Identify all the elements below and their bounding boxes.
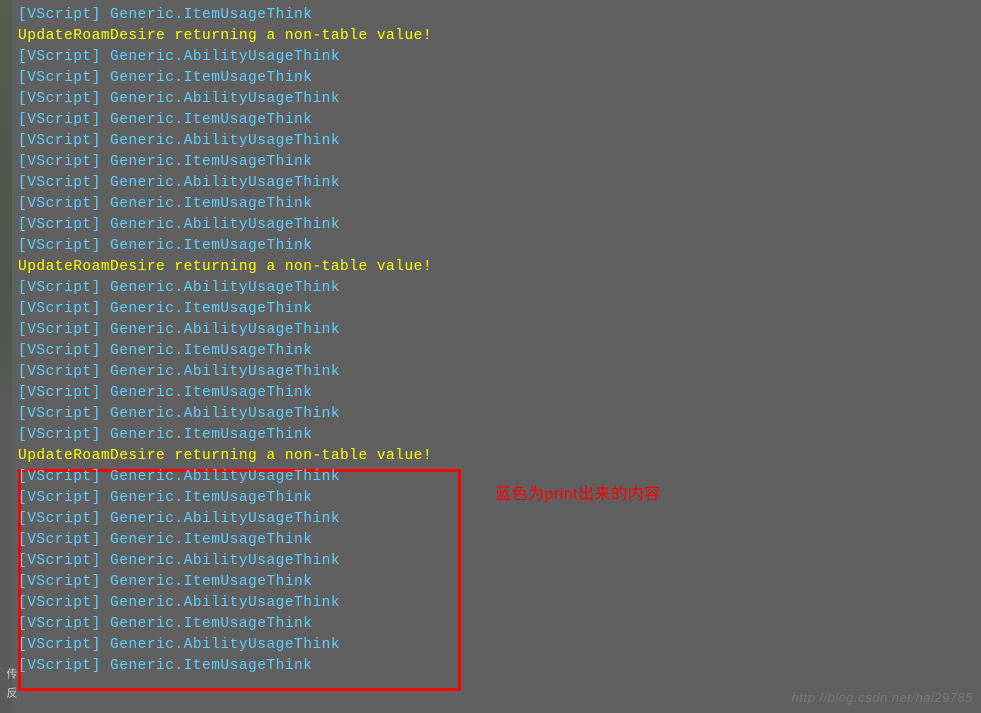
script-message: Generic.ItemUsageThink	[110, 70, 312, 86]
script-tag: [VScript]	[18, 70, 110, 86]
script-tag: [VScript]	[18, 343, 110, 359]
script-message: Generic.AbilityUsageThink	[110, 637, 340, 653]
console-line: [VScript] Generic.AbilityUsageThink	[18, 635, 981, 656]
console-line: [VScript] Generic.ItemUsageThink	[18, 299, 981, 320]
script-message: Generic.ItemUsageThink	[110, 616, 312, 632]
script-message: Generic.AbilityUsageThink	[110, 280, 340, 296]
warning-message: UpdateRoamDesire returning a non-table v…	[18, 259, 432, 275]
script-message: Generic.AbilityUsageThink	[110, 406, 340, 422]
console-line: [VScript] Generic.AbilityUsageThink	[18, 278, 981, 299]
script-tag: [VScript]	[18, 490, 110, 506]
warning-message: UpdateRoamDesire returning a non-table v…	[18, 448, 432, 464]
script-tag: [VScript]	[18, 364, 110, 380]
console-line: [VScript] Generic.AbilityUsageThink	[18, 320, 981, 341]
script-tag: [VScript]	[18, 238, 110, 254]
console-line: [VScript] Generic.AbilityUsageThink	[18, 47, 981, 68]
console-line: [VScript] Generic.AbilityUsageThink	[18, 467, 981, 488]
script-message: Generic.ItemUsageThink	[110, 658, 312, 674]
script-message: Generic.AbilityUsageThink	[110, 364, 340, 380]
warning-message: UpdateRoamDesire returning a non-table v…	[18, 28, 432, 44]
console-line: [VScript] Generic.AbilityUsageThink	[18, 362, 981, 383]
console-line: [VScript] Generic.ItemUsageThink	[18, 68, 981, 89]
script-tag: [VScript]	[18, 7, 110, 23]
script-message: Generic.AbilityUsageThink	[110, 553, 340, 569]
script-tag: [VScript]	[18, 427, 110, 443]
script-tag: [VScript]	[18, 553, 110, 569]
console-line: [VScript] Generic.ItemUsageThink	[18, 110, 981, 131]
left-window-edge	[0, 0, 12, 713]
console-line: [VScript] Generic.ItemUsageThink	[18, 236, 981, 257]
console-line: [VScript] Generic.ItemUsageThink	[18, 425, 981, 446]
console-line: [VScript] Generic.AbilityUsageThink	[18, 215, 981, 236]
console-line: [VScript] Generic.ItemUsageThink	[18, 341, 981, 362]
script-tag: [VScript]	[18, 280, 110, 296]
script-tag: [VScript]	[18, 595, 110, 611]
script-tag: [VScript]	[18, 658, 110, 674]
script-message: Generic.ItemUsageThink	[110, 154, 312, 170]
script-message: Generic.ItemUsageThink	[110, 238, 312, 254]
console-line: [VScript] Generic.ItemUsageThink	[18, 656, 981, 677]
script-tag: [VScript]	[18, 133, 110, 149]
script-message: Generic.AbilityUsageThink	[110, 469, 340, 485]
script-message: Generic.ItemUsageThink	[110, 301, 312, 317]
console-line: [VScript] Generic.AbilityUsageThink	[18, 173, 981, 194]
script-message: Generic.ItemUsageThink	[110, 385, 312, 401]
script-tag: [VScript]	[18, 406, 110, 422]
script-message: Generic.AbilityUsageThink	[110, 595, 340, 611]
script-message: Generic.ItemUsageThink	[110, 112, 312, 128]
script-tag: [VScript]	[18, 301, 110, 317]
script-tag: [VScript]	[18, 49, 110, 65]
script-tag: [VScript]	[18, 217, 110, 233]
console-line: [VScript] Generic.AbilityUsageThink	[18, 593, 981, 614]
console-line: [VScript] Generic.AbilityUsageThink	[18, 404, 981, 425]
script-tag: [VScript]	[18, 154, 110, 170]
script-message: Generic.ItemUsageThink	[110, 196, 312, 212]
console-line: [VScript] Generic.ItemUsageThink	[18, 194, 981, 215]
script-tag: [VScript]	[18, 511, 110, 527]
console-output[interactable]: [VScript] Generic.ItemUsageThink UpdateRo…	[18, 5, 981, 677]
console-line: [VScript] Generic.ItemUsageThink	[18, 572, 981, 593]
script-message: Generic.ItemUsageThink	[110, 7, 312, 23]
script-message: Generic.AbilityUsageThink	[110, 49, 340, 65]
console-line: [VScript] Generic.ItemUsageThink	[18, 530, 981, 551]
console-line: UpdateRoamDesire returning a non-table v…	[18, 26, 981, 47]
script-message: Generic.AbilityUsageThink	[110, 322, 340, 338]
script-tag: [VScript]	[18, 469, 110, 485]
console-line: [VScript] Generic.AbilityUsageThink	[18, 551, 981, 572]
script-tag: [VScript]	[18, 91, 110, 107]
script-message: Generic.ItemUsageThink	[110, 490, 312, 506]
console-line: UpdateRoamDesire returning a non-table v…	[18, 446, 981, 467]
console-line: [VScript] Generic.ItemUsageThink	[18, 5, 981, 26]
console-line: [VScript] Generic.AbilityUsageThink	[18, 89, 981, 110]
bottom-left-chars: 传 反	[2, 668, 18, 698]
watermark-text: http://blog.csdn.net/hai29785	[792, 690, 973, 705]
script-tag: [VScript]	[18, 112, 110, 128]
console-line: UpdateRoamDesire returning a non-table v…	[18, 257, 981, 278]
console-line: [VScript] Generic.ItemUsageThink	[18, 488, 981, 509]
script-message: Generic.AbilityUsageThink	[110, 511, 340, 527]
console-line: [VScript] Generic.ItemUsageThink	[18, 614, 981, 635]
script-message: Generic.AbilityUsageThink	[110, 175, 340, 191]
script-tag: [VScript]	[18, 574, 110, 590]
script-message: Generic.AbilityUsageThink	[110, 91, 340, 107]
script-tag: [VScript]	[18, 385, 110, 401]
script-tag: [VScript]	[18, 175, 110, 191]
script-message: Generic.ItemUsageThink	[110, 532, 312, 548]
script-message: Generic.ItemUsageThink	[110, 574, 312, 590]
script-tag: [VScript]	[18, 532, 110, 548]
script-tag: [VScript]	[18, 196, 110, 212]
console-line: [VScript] Generic.ItemUsageThink	[18, 383, 981, 404]
script-tag: [VScript]	[18, 637, 110, 653]
script-message: Generic.AbilityUsageThink	[110, 217, 340, 233]
script-message: Generic.ItemUsageThink	[110, 343, 312, 359]
console-line: [VScript] Generic.AbilityUsageThink	[18, 509, 981, 530]
console-line: [VScript] Generic.AbilityUsageThink	[18, 131, 981, 152]
script-message: Generic.ItemUsageThink	[110, 427, 312, 443]
script-tag: [VScript]	[18, 322, 110, 338]
console-line: [VScript] Generic.ItemUsageThink	[18, 152, 981, 173]
script-tag: [VScript]	[18, 616, 110, 632]
script-message: Generic.AbilityUsageThink	[110, 133, 340, 149]
